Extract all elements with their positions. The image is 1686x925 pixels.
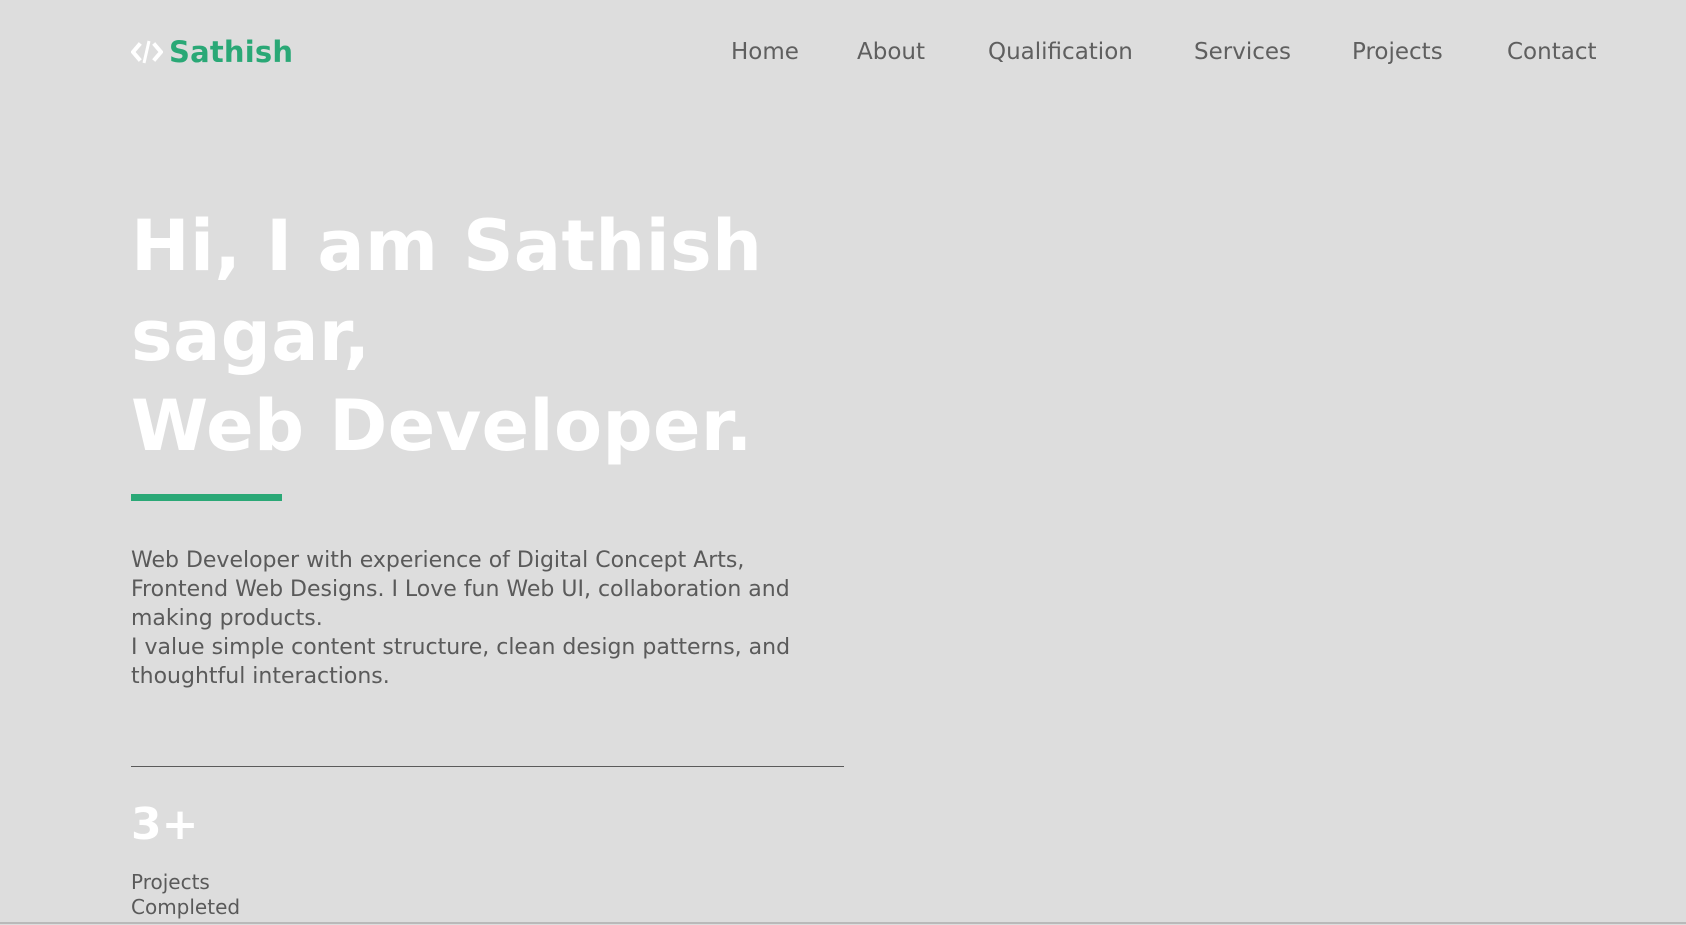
description-line: Web Developer with experience of Digital…	[131, 548, 745, 573]
hero-title-line: sagar,	[131, 295, 371, 377]
projects-label-line: Projects	[131, 870, 210, 894]
nav-contact-link[interactable]: Contact	[1507, 36, 1596, 68]
nav-services-link[interactable]: Services	[1194, 36, 1291, 68]
hero-content: Hi, I am Sathish sagar, Web Developer.	[131, 201, 891, 471]
description-line: Frontend Web Designs. I Love fun Web UI,…	[131, 577, 790, 602]
nav-qualification-link[interactable]: Qualification	[988, 36, 1133, 68]
description-line: I value simple content structure, clean …	[131, 635, 791, 660]
hero-description: Web Developer with experience of Digital…	[131, 546, 841, 691]
section-divider	[131, 766, 844, 767]
description-line: thoughtful interactions.	[131, 664, 390, 689]
projects-count: 3+	[131, 799, 199, 850]
description-line: making products.	[131, 606, 323, 631]
projects-label: Projects Completed	[131, 870, 271, 920]
hero-title-line: Hi, I am Sathish	[131, 205, 763, 287]
hero-title-line: Web Developer.	[131, 385, 753, 467]
projects-label-line: Completed	[131, 895, 241, 919]
nav-about-link[interactable]: About	[857, 36, 925, 68]
viewport-bottom-rule	[0, 922, 1686, 924]
nav-home-link[interactable]: Home	[731, 36, 799, 68]
nav-projects-link[interactable]: Projects	[1352, 36, 1443, 68]
accent-underline	[131, 494, 282, 501]
site-header: Sathish Home About Qualification Service…	[0, 0, 1686, 104]
main-navigation: Home About Qualification Services Projec…	[0, 36, 1686, 70]
hero-title: Hi, I am Sathish sagar, Web Developer.	[131, 201, 891, 471]
